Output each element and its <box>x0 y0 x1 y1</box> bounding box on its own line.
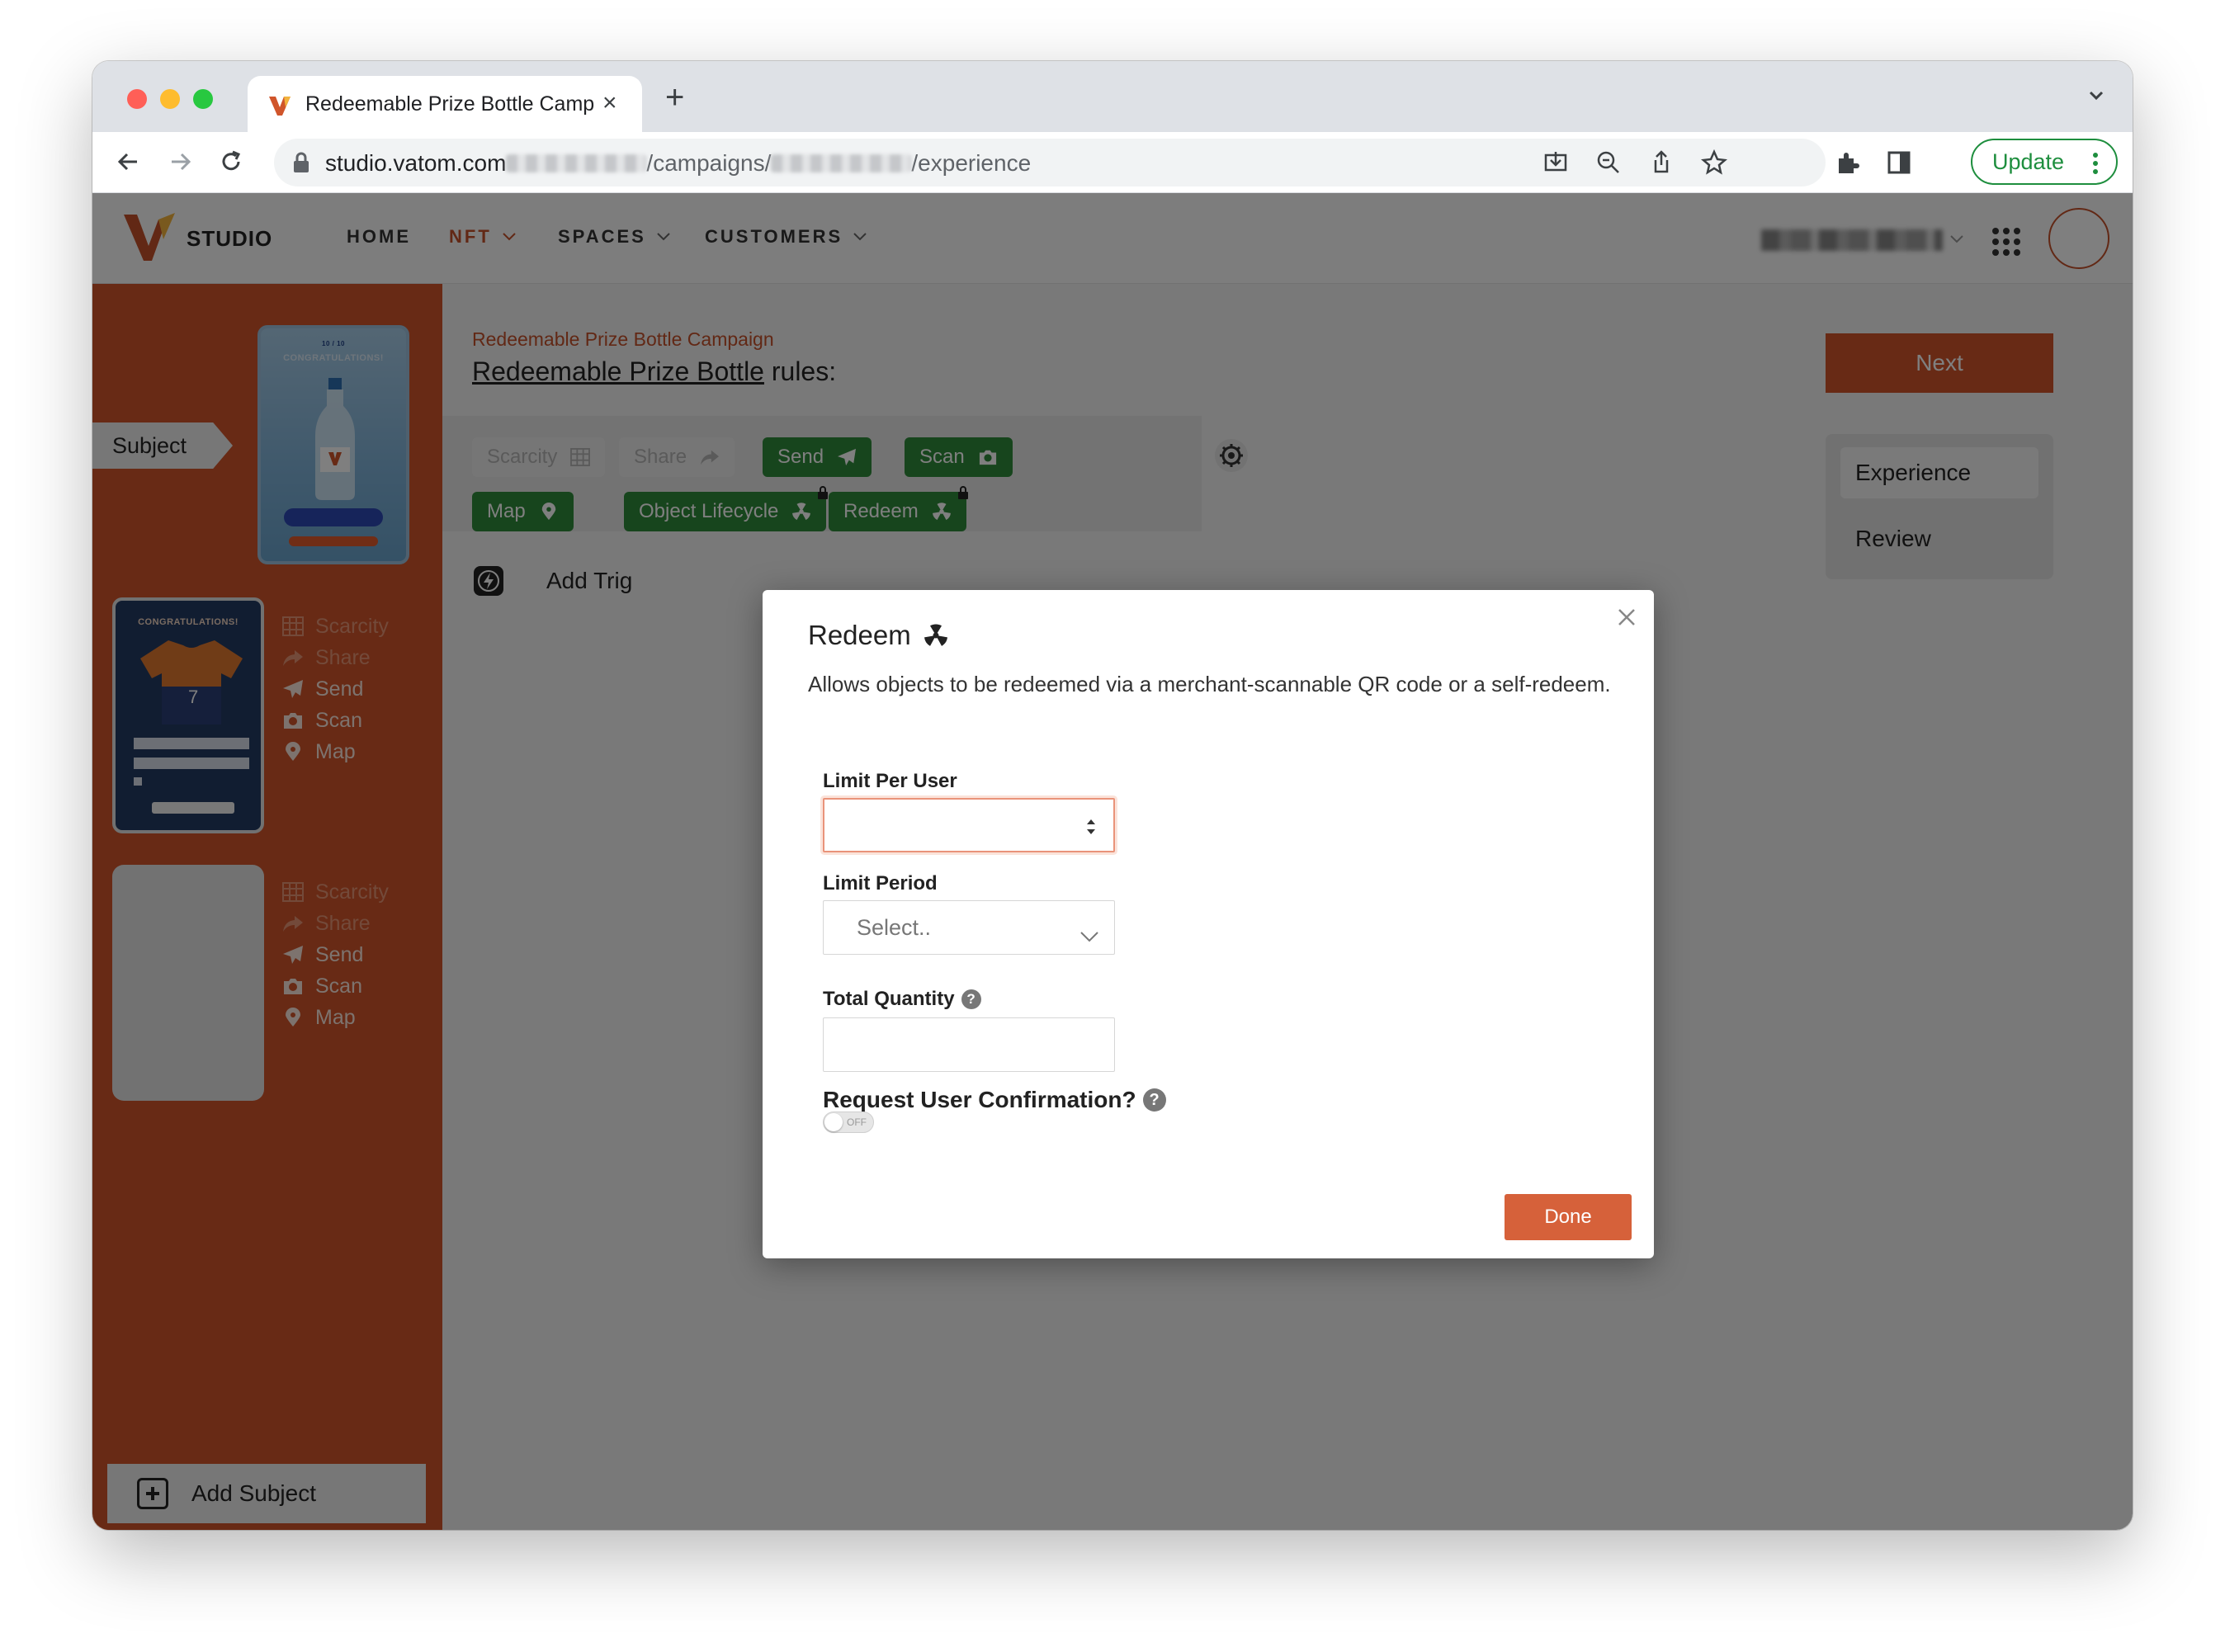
kebab-menu-icon <box>2093 153 2098 174</box>
modal-description: Allows objects to be redeemed via a merc… <box>808 672 1611 696</box>
tab-search-chevron-icon[interactable] <box>2085 84 2108 107</box>
request-confirmation-label-text: Request User Confirmation? <box>823 1087 1136 1112</box>
redeem-modal: Redeem Allows objects to be redeemed via… <box>763 590 1654 1258</box>
limit-period-select[interactable]: Select.. <box>823 900 1115 955</box>
modal-title-text: Redeem <box>808 620 911 650</box>
url-redacted <box>506 154 647 172</box>
url-campaigns: /campaigns/ <box>646 150 772 176</box>
zoom-icon[interactable] <box>1594 149 1623 177</box>
url-experience: /experience <box>911 150 1032 176</box>
limit-period-placeholder: Select.. <box>857 914 932 940</box>
url-text: studio.vatom.com /campaigns/ /experience <box>325 150 1031 177</box>
limit-per-user-label: Limit Per User <box>823 770 957 792</box>
request-confirmation-toggle[interactable]: OFF <box>823 1112 874 1133</box>
forward-arrow-icon[interactable] <box>165 147 195 177</box>
lock-icon <box>294 152 309 172</box>
url-domain: studio.vatom.com <box>325 150 507 176</box>
close-window-button[interactable] <box>127 89 147 109</box>
address-bar[interactable]: studio.vatom.com /campaigns/ /experience <box>274 139 1826 186</box>
tab-close-icon[interactable]: × <box>602 89 617 117</box>
total-quantity-label-text: Total Quantity <box>823 988 955 1010</box>
share-icon[interactable] <box>1647 149 1675 177</box>
done-button[interactable]: Done <box>1505 1194 1632 1240</box>
browser-tab[interactable]: Redeemable Prize Bottle Camp × <box>248 76 642 132</box>
request-confirmation-label: Request User Confirmation? ? <box>823 1087 1166 1113</box>
browser-window: Redeemable Prize Bottle Camp × + studio.… <box>92 61 2133 1530</box>
radiation-icon <box>924 624 947 646</box>
update-button[interactable]: Update <box>1971 139 2118 185</box>
chevron-down-icon <box>1080 932 1098 942</box>
total-quantity-input[interactable] <box>823 1017 1115 1072</box>
vatom-favicon-icon <box>269 97 291 116</box>
total-quantity-label: Total Quantity ? <box>823 988 981 1011</box>
toggle-knob <box>824 1113 843 1131</box>
reload-icon[interactable] <box>216 147 246 177</box>
close-icon[interactable] <box>1614 605 1639 630</box>
extensions-puzzle-icon[interactable] <box>1834 149 1862 177</box>
bookmark-star-icon[interactable] <box>1700 149 1728 177</box>
toggle-state-text: OFF <box>847 1116 867 1128</box>
help-icon[interactable]: ? <box>1142 1088 1166 1112</box>
tab-strip: Redeemable Prize Bottle Camp × + <box>92 61 2133 132</box>
modal-title: Redeem <box>808 620 947 651</box>
new-tab-icon[interactable]: + <box>665 81 684 114</box>
minimize-window-button[interactable] <box>160 89 180 109</box>
url-redacted <box>771 154 912 172</box>
update-label: Update <box>1992 149 2065 174</box>
limit-period-label: Limit Period <box>823 872 938 894</box>
tab-title: Redeemable Prize Bottle Camp <box>305 92 594 116</box>
install-app-icon[interactable] <box>1542 149 1570 177</box>
limit-per-user-input[interactable] <box>823 798 1115 852</box>
zoom-window-button[interactable] <box>193 89 213 109</box>
number-stepper-icon[interactable] <box>1085 816 1097 838</box>
help-icon[interactable]: ? <box>961 989 981 1009</box>
back-arrow-icon[interactable] <box>114 147 144 177</box>
side-panel-icon[interactable] <box>1885 149 1913 177</box>
toolbar: studio.vatom.com /campaigns/ /experience <box>92 132 2133 193</box>
